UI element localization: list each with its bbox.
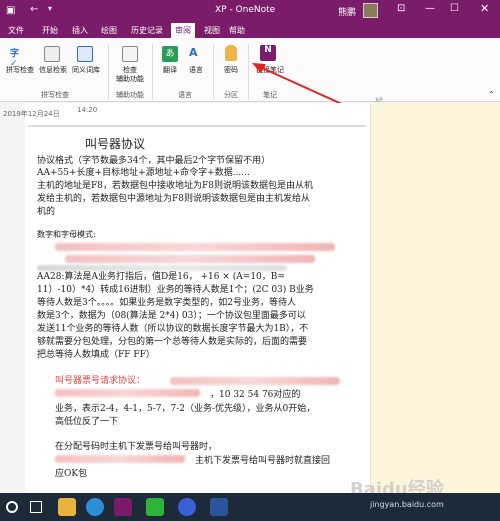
collapse-ribbon-icon[interactable]: ⌃: [488, 90, 495, 99]
accessibility-icon: [122, 46, 138, 62]
accessibility-button[interactable]: 检查 辅助功能: [110, 66, 150, 84]
tab-insert[interactable]: 插入: [72, 25, 88, 36]
note-line: 数是3个，数据为（08(算法是 2*4) 03）；一个协议包里面最多可以: [37, 311, 306, 321]
note-line: 数字和字母模式:: [37, 230, 96, 239]
tab-view[interactable]: 视图: [204, 25, 220, 36]
group-language: 语言: [178, 91, 192, 99]
user-name[interactable]: 熊鹏: [338, 5, 356, 18]
spell-check-button[interactable]: 拼写检查: [3, 66, 37, 75]
right-pane-label: XP: [375, 97, 383, 104]
wechat-icon[interactable]: [146, 498, 164, 516]
thesaurus-button[interactable]: 同义词库: [69, 66, 103, 75]
window-title: XP - OneNote: [215, 5, 276, 15]
redacted-block: [55, 389, 200, 397]
left-pane: [0, 103, 25, 493]
language-button[interactable]: 语言: [184, 66, 208, 75]
note-line: 主机的地址是F8，若数据包中接收地址为F8则说明该数据包是由从机: [37, 181, 313, 191]
note-line: 发送11个业务的等待人数（所以协议的数据长度字节最大为1B），不: [37, 324, 309, 334]
note-line: 协议格式（字节数最多34个，其中最后2个字节保留不用）: [37, 156, 271, 166]
save-icon[interactable]: ▣: [6, 5, 15, 16]
redacted-block: [55, 455, 185, 463]
note-container-border: [28, 125, 366, 127]
baidu-icon[interactable]: [178, 498, 196, 516]
avatar[interactable]: [363, 3, 378, 18]
divider: [152, 44, 153, 100]
back-icon[interactable]: ←: [30, 4, 38, 15]
note-title: 叫号器协议: [85, 137, 146, 151]
note-line: 把总等待人数填成（FF FF）: [37, 350, 155, 360]
right-pane: XP: [370, 97, 500, 493]
note-line: 主机下发票号给叫号器时就直接回: [195, 456, 331, 466]
tab-help[interactable]: 帮助: [229, 25, 245, 36]
note-page[interactable]: 2019年12月24日 14:20 叫号器协议 协议格式（字节数最多34个，其中…: [3, 103, 370, 493]
lock-icon: [225, 45, 237, 61]
tab-draw[interactable]: 绘图: [101, 25, 117, 36]
note-line: 11）-10）*4）转成16进制）业务的等待人数是1个；(2C 03) B业务: [37, 285, 314, 295]
divider: [213, 44, 214, 100]
tab-file[interactable]: 文件: [8, 25, 24, 36]
note-red-heading: 叫号器票号请求协议：: [55, 376, 146, 386]
research-icon: [44, 46, 60, 62]
note-line: 高低位反了一下: [55, 417, 119, 427]
tab-home[interactable]: 开始: [42, 25, 58, 36]
note-line: 发给主机的，若数据包中源地址为F8则说明该数据包是由主机发给从: [37, 194, 310, 204]
translate-icon: あ: [162, 46, 178, 62]
redacted-block: [55, 243, 335, 251]
minimize-icon[interactable]: —: [425, 3, 435, 14]
ribbon-options-icon[interactable]: ⊡: [397, 3, 405, 14]
note-line: 在分配号码时主机下发票号给叫号器时，: [55, 442, 218, 452]
close-icon[interactable]: ✕: [480, 2, 489, 15]
title-bar: ▣ ← ▾ XP - OneNote 熊鹏 ⊡ — ☐ ✕: [0, 0, 500, 22]
watermark-url: jingyan.baidu.com: [370, 500, 444, 509]
word-icon[interactable]: [210, 498, 228, 516]
note-line: AA28:算法是A业务打指后，值D是16， +16 × (A=10，B=: [37, 272, 285, 282]
divider: [108, 44, 109, 100]
note-line: AA+55+长度+目标地址+源地址+命令字+数据......: [37, 168, 250, 178]
group-access: 辅助功能: [116, 91, 144, 99]
maximize-icon[interactable]: ☐: [450, 3, 459, 14]
translate-button[interactable]: 翻译: [155, 66, 185, 75]
edge-icon[interactable]: [86, 498, 104, 516]
note-line: 够就需要分包处理，分包的第一个总等待人数是实际的，后面的需要: [37, 337, 308, 347]
research-button[interactable]: 信息检索: [36, 66, 70, 75]
note-date: 2019年12月24日: [3, 110, 60, 118]
dropdown-icon[interactable]: ▾: [48, 4, 52, 13]
spell-check-icon: 字✓: [10, 49, 20, 69]
start-icon[interactable]: [6, 501, 18, 513]
tab-history[interactable]: 历史记录: [131, 25, 163, 36]
explorer-icon[interactable]: [58, 498, 76, 516]
note-line: 业务，表示2-4，4-1，5-7，7-2（业务-优先级），业务从0开始，: [55, 404, 316, 414]
redacted-block: [170, 377, 340, 385]
note-line: 应OK包: [55, 469, 88, 479]
redacted-block: [65, 255, 315, 263]
note-time: 14:20: [77, 106, 98, 114]
onenote-taskbar-icon[interactable]: [114, 498, 132, 516]
group-spell: 拼写检查: [41, 91, 69, 99]
ribbon-tabs: 文件 开始 插入 绘图 历史记录 审阅 视图 帮助: [0, 22, 500, 38]
note-line: 等待人数是3个。。。。如果业务是数字类型的，如2号业务，等待人: [37, 298, 296, 308]
note-line: ，10 32 54 76对应的: [210, 390, 301, 400]
tab-review[interactable]: 审阅: [171, 23, 195, 38]
thesaurus-icon: [77, 46, 93, 62]
task-view-icon[interactable]: [30, 501, 42, 513]
note-line: 机的: [37, 207, 56, 217]
language-icon: A: [189, 46, 198, 59]
